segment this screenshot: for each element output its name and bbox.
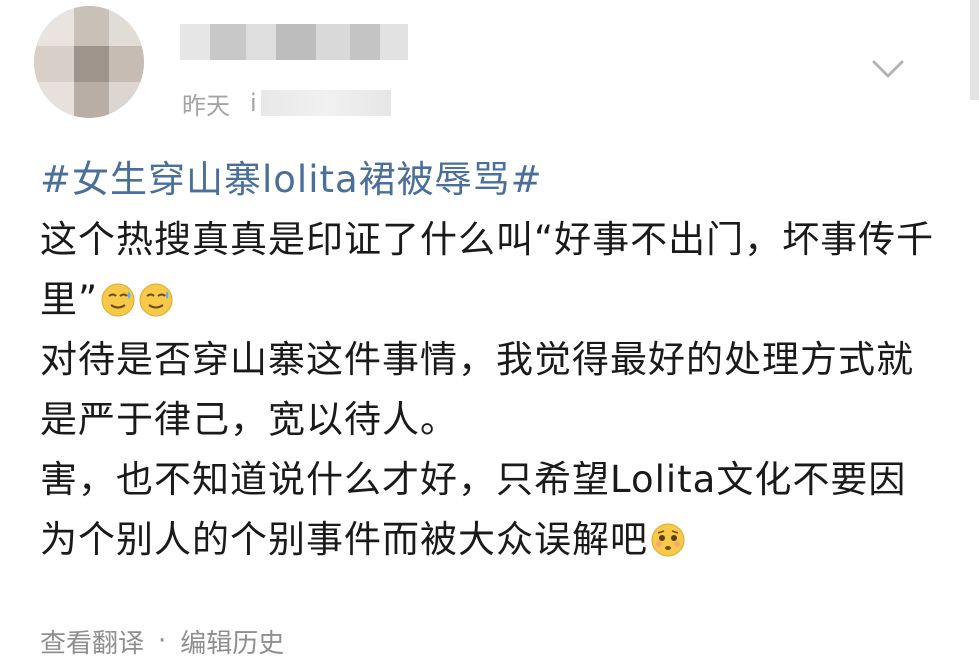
- sweat-smile-emoji-icon: [138, 276, 174, 317]
- sweat-smile-emoji-icon: [100, 276, 136, 317]
- post-source: i: [250, 89, 257, 117]
- post-meta: 昨天 i: [182, 86, 391, 120]
- edit-history-link[interactable]: 编辑历史: [180, 623, 284, 660]
- topic-line: #女生穿山寨lolita裙被辱骂#: [40, 150, 940, 210]
- post-footer: 查看翻译 · 编辑历史: [40, 620, 284, 662]
- translate-link[interactable]: 查看翻译: [40, 623, 144, 660]
- source-blurred: [260, 90, 391, 116]
- avatar[interactable]: [34, 6, 144, 118]
- scrollbar-edge: [970, 0, 979, 100]
- post-time: 昨天: [182, 91, 230, 120]
- topic-hashtag-link[interactable]: #女生穿山寨lolita裙被辱骂#: [40, 158, 543, 201]
- username-blurred[interactable]: [180, 24, 408, 60]
- paragraph-2: 对待是否穿山寨这件事情，我觉得最好的处理方式就是严于律己，宽以待人。: [40, 330, 940, 450]
- post-body: #女生穿山寨lolita裙被辱骂# 这个热搜真真是印证了什么叫“好事不出门，坏事…: [40, 150, 940, 570]
- chevron-down-icon[interactable]: [866, 52, 910, 86]
- worried-emoji-icon: [650, 516, 686, 557]
- paragraph-3: 害，也不知道说什么才好，只希望Lolita文化不要因为个别人的个别事件而被大众误…: [40, 450, 940, 570]
- footer-separator: ·: [158, 626, 167, 656]
- paragraph-2-text: 对待是否穿山寨这件事情，我觉得最好的处理方式就是严于律己，宽以待人。: [40, 338, 914, 441]
- paragraph-3-text: 害，也不知道说什么才好，只希望Lolita文化不要因为个别人的个别事件而被大众误…: [40, 458, 907, 561]
- paragraph-1: 这个热搜真真是印证了什么叫“好事不出门，坏事传千里”: [40, 210, 940, 330]
